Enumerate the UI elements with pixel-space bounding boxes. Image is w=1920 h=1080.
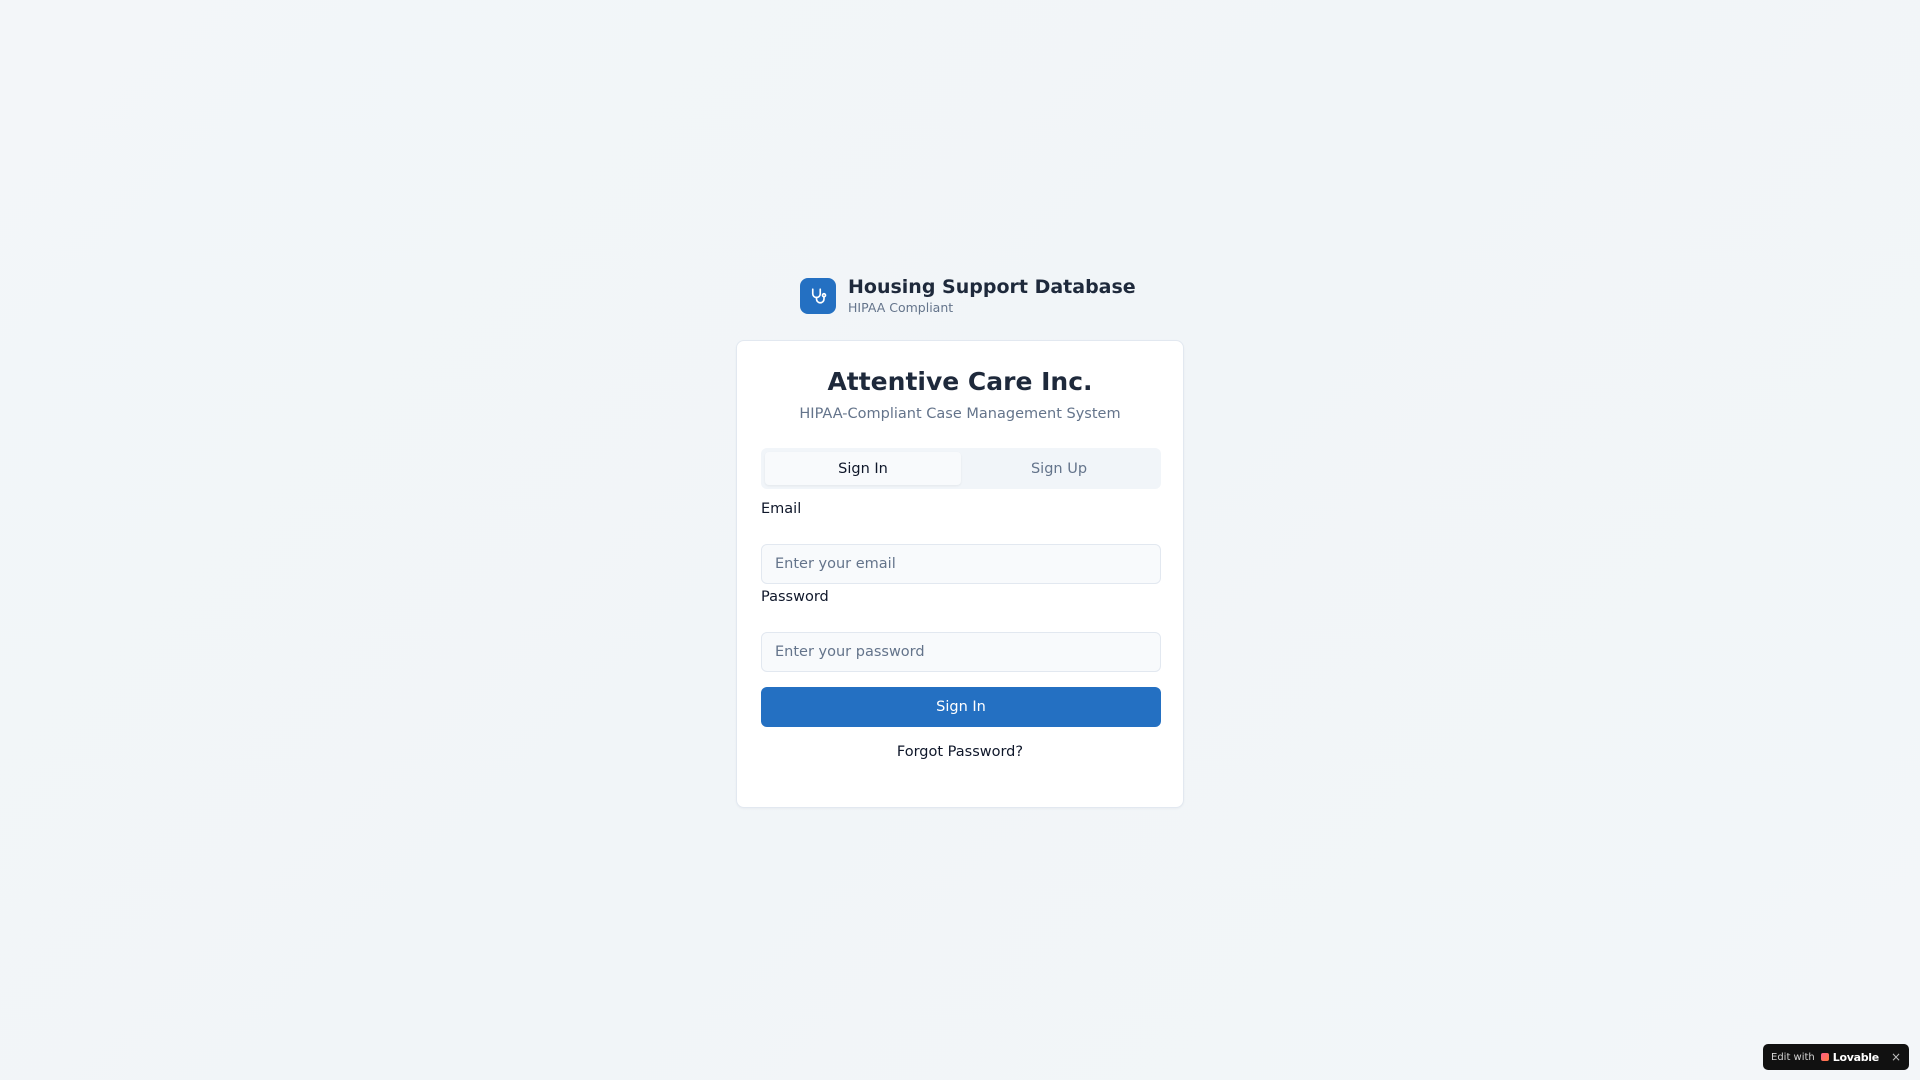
auth-tabs: Sign In Sign Up <box>761 448 1161 489</box>
stethoscope-icon <box>800 278 836 314</box>
email-field[interactable] <box>761 544 1161 584</box>
card-subtitle: HIPAA-Compliant Case Management System <box>799 406 1121 422</box>
sign-in-button[interactable]: Sign In <box>761 687 1161 727</box>
password-field[interactable] <box>761 632 1161 672</box>
brand-header: Housing Support Database HIPAA Compliant <box>800 275 1136 317</box>
password-label: Password <box>761 589 829 605</box>
close-icon[interactable]: × <box>1891 1050 1901 1064</box>
forgot-password-link[interactable]: Forgot Password? <box>737 744 1183 760</box>
auth-card: Attentive Care Inc. HIPAA-Compliant Case… <box>736 340 1184 808</box>
app-subtitle: HIPAA Compliant <box>848 300 954 315</box>
auth-page: Housing Support Database HIPAA Compliant… <box>0 0 1920 1080</box>
tab-sign-in[interactable]: Sign In <box>765 452 961 485</box>
edit-with-lovable-badge[interactable]: Edit with Lovable × <box>1763 1044 1909 1070</box>
badge-prefix: Edit with <box>1771 1051 1815 1063</box>
card-title: Attentive Care Inc. <box>827 367 1093 396</box>
email-label: Email <box>761 501 802 517</box>
badge-brand: Lovable <box>1832 1050 1879 1064</box>
lovable-logo-icon <box>1820 1053 1829 1061</box>
tab-sign-up[interactable]: Sign Up <box>961 452 1157 485</box>
app-title: Housing Support Database <box>848 276 1136 298</box>
